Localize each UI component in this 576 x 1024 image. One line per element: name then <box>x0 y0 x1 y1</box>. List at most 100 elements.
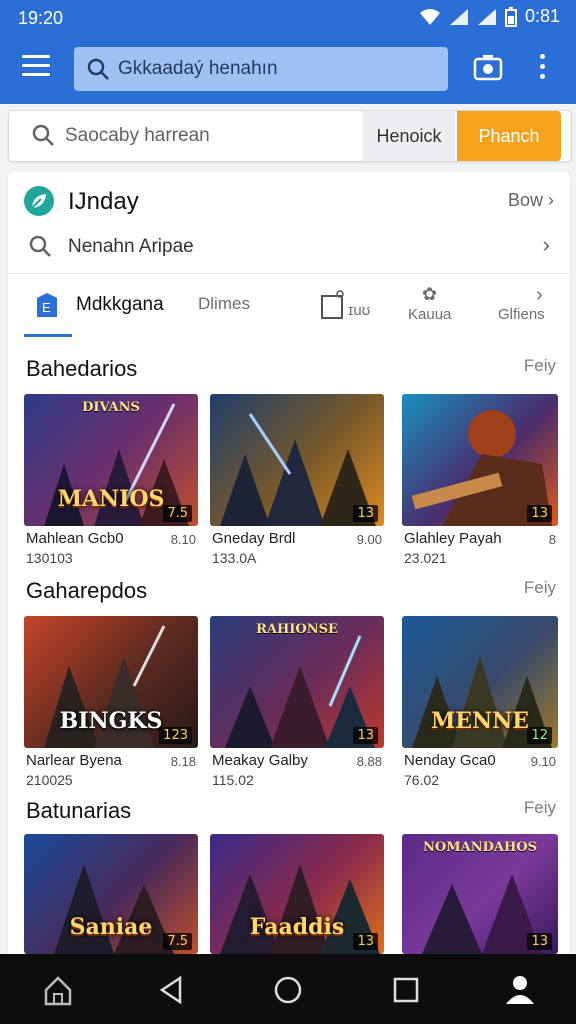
tab-0[interactable]: E Mdkkgana <box>24 274 184 338</box>
game-badge: 13 <box>527 933 552 950</box>
game-name: Gneday Brdl <box>212 530 296 547</box>
tab-1[interactable]: Dlimes <box>198 274 278 338</box>
header-row: IJnday Bow › <box>24 182 554 222</box>
game-thumbnail: NOMANDAHOS 13 <box>402 834 558 954</box>
signal-icon-2 <box>477 8 496 25</box>
game-card[interactable]: 13 Gneday Brdl 9.00 133.0A <box>210 394 384 566</box>
game-head-text: NOMANDAHOS <box>423 840 537 855</box>
bag-icon: E <box>37 293 57 317</box>
game-card[interactable]: DIVANS MANIOS 7.5 Mahlean Gcb0 8.10 1301… <box>24 394 198 566</box>
game-badge: 13 <box>353 727 378 744</box>
signal-icon <box>449 8 468 25</box>
tab-square-icon <box>321 290 344 319</box>
tab-3[interactable]: ✿ Kauua <box>404 274 474 338</box>
system-nav-bar <box>0 954 576 1024</box>
game-card[interactable]: BINGKS 123 Narlear Byena 8.18 210025 <box>24 616 198 788</box>
game-name: Mahlean Gcb0 <box>26 530 124 547</box>
chevron-right-icon: › <box>542 232 550 257</box>
game-badge: 12 <box>527 727 552 744</box>
game-badge: 13 <box>353 505 378 522</box>
home-icon[interactable] <box>38 970 78 1010</box>
search-primary-button[interactable]: Phanch <box>457 111 561 161</box>
leaf-icon <box>24 186 54 216</box>
tab-2-label: ɪuʊ <box>348 302 371 319</box>
game-thumbnail: DIVANS MANIOS 7.5 <box>24 394 198 526</box>
svg-text:E: E <box>42 300 51 315</box>
chevron-right-icon: › <box>548 190 554 210</box>
status-clock-right: 0:81 <box>524 6 560 26</box>
tab-4[interactable]: › Glfiens <box>494 274 564 338</box>
game-sub: 76.02 <box>404 772 440 788</box>
game-thumbnail: RAHIONSE 13 <box>210 616 384 748</box>
section-title: Bahedarios <box>26 356 138 381</box>
game-card[interactable]: RAHIONSE 13 Meakay Galby 8.88 115.02 <box>210 616 384 788</box>
tab-0-label: Mdkkgana <box>76 294 164 315</box>
search-row[interactable]: Nenahn Aripae › <box>24 226 554 266</box>
game-rating: 8.88 <box>356 754 382 769</box>
game-sub: 130103 <box>26 550 73 566</box>
back-icon[interactable] <box>152 970 192 1010</box>
header-title: IJnday <box>68 188 139 215</box>
game-head-text: DIVANS <box>82 400 140 415</box>
circle-home-icon[interactable] <box>268 970 308 1010</box>
tab-bar: E Mdkkgana Dlimes ɪuʊ ✿ Kauua › Glfiens <box>8 274 570 340</box>
tab-1-label: Dlimes <box>198 294 250 313</box>
game-rating: 9.10 <box>530 754 556 769</box>
game-card[interactable]: NOMANDAHOS 13 <box>402 834 558 954</box>
game-thumbnail: 13 <box>210 394 384 526</box>
game-badge: 7.5 <box>163 933 192 950</box>
gear-icon: ✿ <box>422 284 438 304</box>
game-name: Meakay Galby <box>212 752 308 769</box>
game-rating: 8 <box>548 532 556 547</box>
camera-icon[interactable] <box>472 52 504 84</box>
game-card[interactable]: 13 Glahley Payah 8 23.021 <box>402 394 558 566</box>
app-bar: Gkkaadaý henahın <box>0 34 576 104</box>
menu-icon[interactable] <box>22 55 50 77</box>
game-card[interactable]: Saniae 7.5 <box>24 834 198 954</box>
game-card[interactable]: MENNE 12 Nenday Gca0 9.10 76.02 <box>402 616 558 788</box>
game-thumbnail: 13 <box>402 394 558 526</box>
section-more-link[interactable]: Feiy <box>524 578 556 598</box>
game-card[interactable]: Faaddis 13 <box>210 834 384 954</box>
game-rating: 8.10 <box>170 532 196 547</box>
game-thumbnail: BINGKS 123 <box>24 616 198 748</box>
battery-icon <box>504 6 517 27</box>
status-time: 19:20 <box>18 8 64 28</box>
section-more-link[interactable]: Feiy <box>524 798 556 818</box>
search-icon <box>32 124 54 146</box>
top-search-field[interactable]: Gkkaadaý henahın <box>74 47 448 91</box>
game-sub: 23.021 <box>404 550 447 566</box>
search-secondary-button[interactable]: Henoick <box>363 111 455 161</box>
tab-indicator <box>24 334 72 337</box>
tab-3-label: Kauua <box>408 306 452 323</box>
status-bar: 19:20 0:81 <box>0 0 576 34</box>
game-badge: 13 <box>353 933 378 950</box>
section-title: Batunarias <box>26 798 132 823</box>
game-thumbnail: MENNE 12 <box>402 616 558 748</box>
header-link[interactable]: Bow › <box>508 190 554 211</box>
search-icon <box>87 58 109 80</box>
game-thumbnail: Faaddis 13 <box>210 834 384 954</box>
game-thumbnail: Saniae 7.5 <box>24 834 198 954</box>
game-badge: 7.5 <box>163 505 192 522</box>
game-name: Nenday Gca0 <box>404 752 496 769</box>
search-bar: Saocaby harrean Henoick Phanch <box>8 110 572 162</box>
game-name: Narlear Byena <box>26 752 122 769</box>
section-more-link[interactable]: Feiy <box>524 356 556 376</box>
main-card: IJnday Bow › Nenahn Aripae › E Mdkkgana … <box>8 172 570 972</box>
search-row-label: Nenahn Aripae <box>68 236 194 257</box>
more-vert-icon[interactable] <box>540 54 550 84</box>
search-input[interactable]: Saocaby harrean <box>65 125 210 147</box>
game-rating: 8.18 <box>170 754 196 769</box>
recents-icon[interactable] <box>386 970 426 1010</box>
game-badge: 123 <box>159 727 192 744</box>
tab-2[interactable]: ɪuʊ <box>320 274 390 338</box>
section-title: Gaharepdos <box>26 578 148 603</box>
game-sub: 133.0A <box>212 550 257 566</box>
game-sub: 210025 <box>26 772 73 788</box>
profile-icon[interactable] <box>500 970 540 1010</box>
header-link-label: Bow <box>507 190 543 210</box>
game-name: Glahley Payah <box>404 530 502 547</box>
game-badge: 13 <box>527 505 552 522</box>
chevron-right-icon: › <box>536 284 543 306</box>
